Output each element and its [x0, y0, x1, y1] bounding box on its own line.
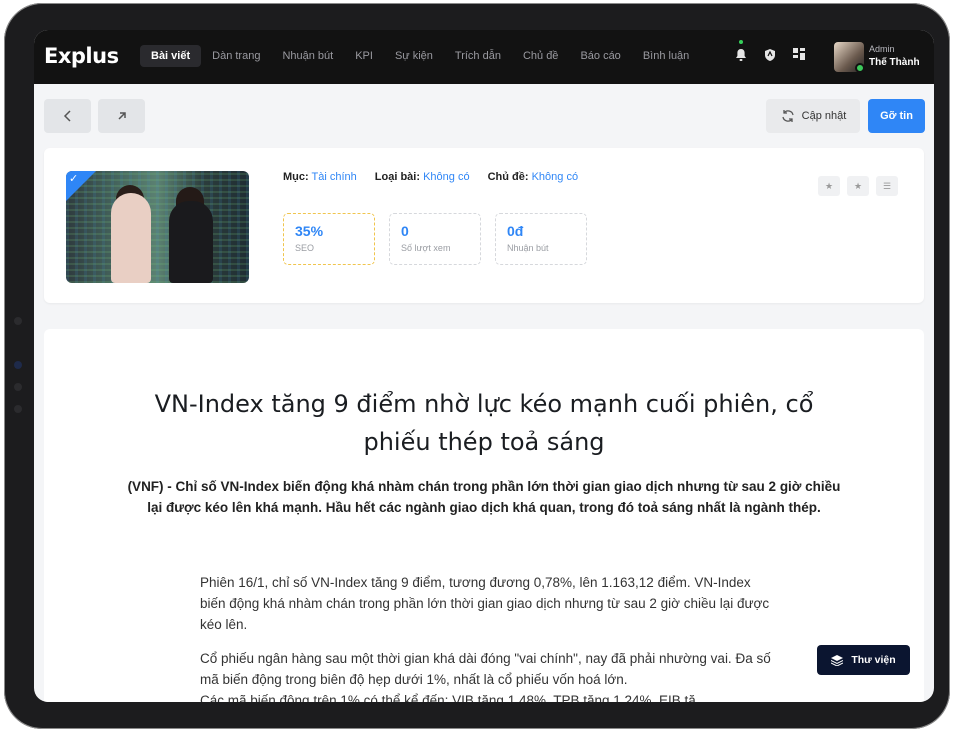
topic-field: Chủ đề: Không có: [487, 171, 579, 183]
category-link[interactable]: Tài chính: [312, 171, 357, 183]
open-external-button[interactable]: [98, 99, 145, 133]
card-actions: ★ ★ ☰: [818, 176, 898, 196]
nav-item-su-kien[interactable]: Sự kiện: [384, 45, 444, 67]
nav-item-chu-de[interactable]: Chủ đề: [512, 45, 569, 67]
chevron-left-icon: [63, 110, 71, 122]
views-stat: 0 Số lượt xem: [389, 213, 481, 265]
unpublish-button[interactable]: Gỡ tin: [868, 99, 925, 133]
menu-icon[interactable]: ☰: [876, 176, 898, 196]
app-logo[interactable]: Explus: [44, 44, 119, 68]
shield-icon[interactable]: [763, 48, 777, 62]
online-status-icon: [855, 63, 865, 73]
star-icon[interactable]: ★: [818, 176, 840, 196]
article-toolbar: Cập nhật Gỡ tin: [34, 84, 934, 144]
nav-item-trich-dan[interactable]: Trích dẫn: [444, 45, 512, 67]
side-sensor: [14, 405, 22, 413]
article-title: VN-Index tăng 9 điểm nhờ lực kéo mạnh cu…: [154, 390, 814, 456]
star-icon[interactable]: ★: [847, 176, 869, 196]
user-name[interactable]: Thế Thành: [869, 57, 920, 68]
article-paragraph: Các mã biến động trên 1% có thể kể đến: …: [200, 693, 708, 702]
app-screen: Explus Bài viết Dàn trang Nhuận bút KPI …: [34, 30, 934, 702]
camera: [14, 361, 22, 369]
nav-item-dan-trang[interactable]: Dàn trang: [201, 45, 271, 67]
article-thumbnail[interactable]: ✓: [66, 171, 249, 283]
article-sapo: (VNF) - Chỉ số VN-Index biến động khá nh…: [127, 479, 841, 515]
article-paragraph: Cổ phiếu ngân hàng sau một thời gian khá…: [200, 651, 771, 687]
layers-icon: [831, 654, 844, 666]
update-button[interactable]: Cập nhật: [766, 99, 860, 133]
library-button-label: Thư viện: [851, 654, 896, 666]
library-button[interactable]: Thư viện: [817, 645, 910, 675]
seo-stat: 35% SEO: [283, 213, 375, 265]
article-meta: Mục: Tài chính Loại bài: Không có Chủ đề…: [283, 171, 578, 183]
user-role: Admin: [869, 44, 895, 54]
article-info-card: ✓ Mục: Tài chính Loại bài: Không có Chủ …: [44, 148, 924, 303]
check-icon: ✓: [69, 173, 79, 185]
nav-item-bai-viet[interactable]: Bài viết: [140, 45, 202, 67]
royalty-stat: 0đ Nhuận bút: [495, 213, 587, 265]
side-sensor: [14, 383, 22, 391]
tablet-frame: Explus Bài viết Dàn trang Nhuận bút KPI …: [4, 3, 950, 729]
update-button-label: Cập nhật: [801, 110, 847, 122]
back-button[interactable]: [44, 99, 91, 133]
notification-bell-icon[interactable]: [734, 40, 748, 62]
article-preview: VN-Index tăng 9 điểm nhờ lực kéo mạnh cu…: [44, 329, 924, 702]
side-sensor: [14, 317, 22, 325]
topic-link[interactable]: Không có: [532, 171, 578, 183]
nav-item-bao-cao[interactable]: Báo cáo: [569, 45, 631, 67]
category-field: Mục: Tài chính: [283, 171, 357, 183]
nav-item-kpi[interactable]: KPI: [344, 45, 384, 67]
refresh-icon: [782, 110, 794, 122]
nav-item-nhuan-but[interactable]: Nhuận bút: [271, 45, 344, 67]
arrow-up-right-icon: [117, 112, 126, 120]
apps-grid-icon[interactable]: [792, 48, 806, 62]
top-icons: [734, 40, 806, 62]
article-paragraph: Phiên 16/1, chỉ số VN-Index tăng 9 điểm,…: [200, 575, 770, 632]
nav-item-binh-luan[interactable]: Bình luận: [632, 45, 700, 67]
top-navigation-bar: Explus Bài viết Dàn trang Nhuận bút KPI …: [34, 30, 934, 84]
main-nav: Bài viết Dàn trang Nhuận bút KPI Sự kiện…: [140, 45, 700, 67]
type-field: Loại bài: Không có: [374, 171, 470, 183]
type-link[interactable]: Không có: [423, 171, 469, 183]
